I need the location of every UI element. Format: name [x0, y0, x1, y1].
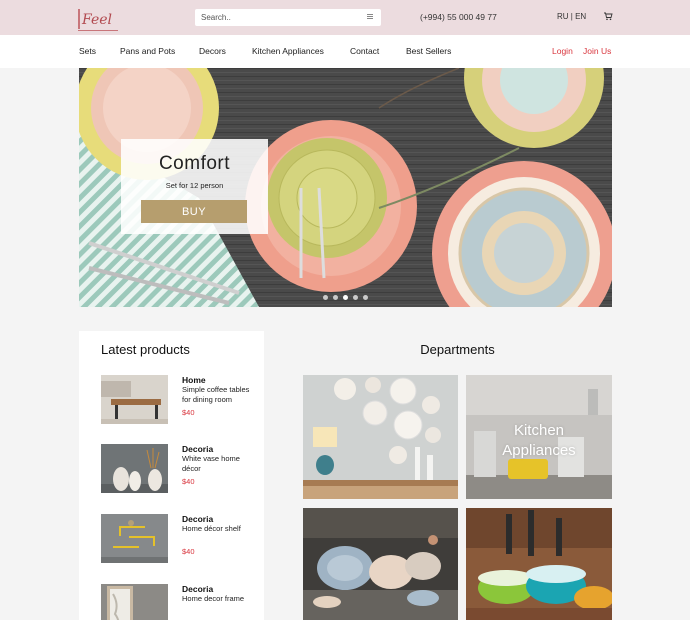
- menu-lines-icon[interactable]: [367, 14, 373, 20]
- department-image-sets: [303, 508, 458, 620]
- buy-button[interactable]: BUY: [141, 200, 247, 223]
- department-label: Kitchen Appliances: [502, 422, 576, 459]
- product-thumb-coffee-table: [101, 375, 168, 424]
- product-name: Decoria: [182, 514, 214, 524]
- product-description: Home decor frame: [182, 594, 245, 603]
- hero-title: Comfort: [158, 153, 231, 174]
- product-price: $40: [182, 408, 195, 417]
- logo-underline: [78, 30, 118, 31]
- product-thumb-frame: [101, 584, 168, 620]
- departments-title: Departments: [420, 342, 495, 357]
- nav-item-sets[interactable]: Sets: [79, 46, 96, 56]
- lang-en[interactable]: EN: [575, 12, 586, 21]
- nav-item-contact[interactable]: Contact: [350, 46, 379, 56]
- latest-products-title: Latest products: [101, 342, 190, 357]
- join-link[interactable]: Join Us: [583, 46, 611, 56]
- slider-dot-active[interactable]: [343, 295, 348, 300]
- search-input[interactable]: [195, 13, 355, 22]
- product-item[interactable]: Decoria Home décor shelf $40: [101, 514, 261, 566]
- department-tile-kitchen-appliances[interactable]: Kitchen Appliances: [466, 375, 612, 499]
- product-price: $40: [182, 477, 195, 486]
- slider-dot[interactable]: [323, 295, 328, 300]
- nav-item-decors[interactable]: Decors: [199, 46, 226, 56]
- department-tile-sets[interactable]: [303, 508, 458, 620]
- product-name: Home: [182, 375, 206, 385]
- department-tile-pans-and-pots[interactable]: [466, 508, 612, 620]
- hero-subtitle: Set for 12 person: [165, 181, 224, 190]
- slider-dot[interactable]: [353, 295, 358, 300]
- slider-dots: [323, 295, 368, 300]
- product-thumb-vase: [101, 444, 168, 493]
- product-description: White vase home décor: [182, 454, 240, 473]
- hero-banner: Comfort Set for 12 person BUY: [79, 68, 612, 307]
- logo[interactable]: Feel: [78, 5, 118, 31]
- product-name: Decoria: [182, 444, 214, 454]
- nav-item-kitchen-appliances[interactable]: Kitchen Appliances: [252, 46, 324, 56]
- language-switcher: RU | EN: [557, 12, 586, 21]
- slider-dot[interactable]: [363, 295, 368, 300]
- cart-icon[interactable]: [603, 11, 613, 21]
- product-item[interactable]: Decoria White vase home décor $40: [101, 444, 261, 496]
- logo-text: Feel: [82, 12, 112, 28]
- department-tile-decor[interactable]: [303, 375, 458, 499]
- top-bar: Feel (+994) 55 000 49 77 RU | EN: [0, 0, 690, 35]
- hero-promo-card: Comfort Set for 12 person BUY: [121, 139, 268, 234]
- nav-item-pans-and-pots[interactable]: Pans and Pots: [120, 46, 175, 56]
- nav-item-best-sellers[interactable]: Best Sellers: [406, 46, 451, 56]
- lang-ru[interactable]: RU: [557, 12, 569, 21]
- product-description: Simple coffee tables for dining room: [182, 385, 250, 404]
- slider-dot[interactable]: [333, 295, 338, 300]
- logo-mark: [78, 9, 80, 29]
- product-description: Home décor shelf: [182, 524, 241, 533]
- main-nav: Sets Pans and Pots Decors Kitchen Applia…: [0, 35, 690, 68]
- phone-number[interactable]: (+994) 55 000 49 77: [420, 12, 497, 22]
- product-thumb-shelf: [101, 514, 168, 563]
- latest-products-panel: Latest products Home Simple coffee table…: [79, 331, 264, 620]
- product-item[interactable]: Home Simple coffee tables for dining roo…: [101, 375, 261, 427]
- login-link[interactable]: Login: [552, 46, 573, 56]
- product-item[interactable]: Decoria Home decor frame: [101, 584, 261, 620]
- product-name: Decoria: [182, 584, 214, 594]
- search-box: [195, 9, 381, 26]
- product-price: $40: [182, 547, 195, 556]
- department-image-decor: [303, 375, 458, 499]
- department-image-pans-and-pots: [466, 508, 612, 620]
